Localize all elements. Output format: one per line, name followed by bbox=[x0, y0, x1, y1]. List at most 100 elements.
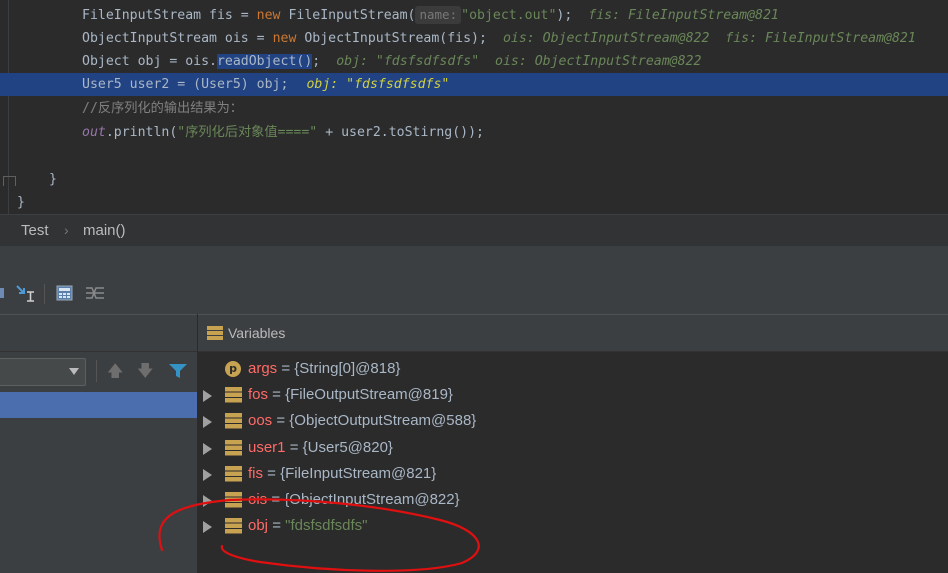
expand-arrow-icon[interactable] bbox=[203, 416, 212, 429]
field-icon bbox=[225, 518, 242, 534]
code-line-ois[interactable]: ObjectInputStream ois = new ObjectInputS… bbox=[0, 27, 948, 50]
inline-debug-value: obj: "fdsfsdfsdfs" ois: ObjectInputStrea… bbox=[336, 54, 702, 69]
field-icon bbox=[225, 465, 242, 482]
frame-down-icon[interactable]: 🡇 bbox=[137, 362, 153, 380]
inline-debug-value: ois: ObjectInputStream@822 fis: FileInpu… bbox=[502, 31, 916, 46]
variable-value: {ObjectInputStream@822} bbox=[284, 491, 460, 508]
code-token: new bbox=[256, 8, 281, 23]
variable-name: obj bbox=[248, 517, 269, 535]
variable-row-oos[interactable]: oos = {ObjectOutputStream@588} bbox=[198, 408, 948, 434]
code-line-println[interactable]: out.println("序列化后对象值====" + user2.toStir… bbox=[0, 121, 948, 144]
parameter-icon: p bbox=[225, 361, 241, 377]
code-token: new bbox=[272, 31, 297, 46]
variable-value: {FileInputStream@821} bbox=[280, 464, 437, 482]
debug-tool-window: 🡅 🡇 Variables p args = {String[0]@818} fos… bbox=[0, 246, 948, 573]
breadcrumb-class[interactable]: Test bbox=[21, 222, 49, 239]
variable-text: oos = {ObjectOutputStream@588} bbox=[248, 408, 476, 434]
variable-row-fis[interactable]: fis = {FileInputStream@821} bbox=[198, 461, 948, 487]
variable-name: user1 bbox=[248, 438, 286, 456]
variable-name: fis bbox=[248, 464, 263, 482]
expand-arrow-icon[interactable] bbox=[203, 495, 212, 507]
variable-row-fos[interactable]: fos = {FileOutputStream@819} bbox=[198, 382, 948, 408]
variables-panel: Variables p args = {String[0]@818} fos = {… bbox=[198, 314, 948, 573]
code-token: User5 user2 = (User5) obj; bbox=[82, 77, 289, 92]
frames-header bbox=[0, 314, 197, 352]
equals-sign: = bbox=[268, 517, 286, 535]
code-token: //反序列化的输出结果为： bbox=[82, 101, 243, 116]
inline-debug-value: obj: "fdsfsdfsdfs" bbox=[306, 77, 450, 92]
thread-selector[interactable] bbox=[0, 358, 86, 386]
expand-arrow-icon[interactable] bbox=[203, 521, 212, 534]
code-token: FileInputStream fis = bbox=[82, 8, 257, 23]
field-icon bbox=[225, 413, 242, 429]
chevron-down-icon bbox=[69, 368, 79, 375]
selected-token: readObject() bbox=[216, 54, 313, 69]
evaluate-expression-icon[interactable] bbox=[55, 284, 75, 302]
code-token: + user2.toStirng()); bbox=[317, 125, 484, 140]
code-line-obj[interactable]: Object obj = ois.readObject(); obj: "fdsf… bbox=[0, 50, 948, 73]
code-token: } bbox=[17, 195, 25, 210]
code-editor[interactable]: FileInputStream fis = new FileInputStrea… bbox=[0, 0, 948, 214]
field-icon bbox=[225, 387, 242, 403]
variable-value: {ObjectOutputStream@588} bbox=[289, 412, 477, 430]
selected-frame-row[interactable] bbox=[0, 392, 197, 418]
equals-sign: = bbox=[272, 412, 290, 430]
run-to-cursor-icon[interactable] bbox=[15, 284, 35, 302]
code-line-comment[interactable]: //反序列化的输出结果为： bbox=[0, 97, 948, 120]
variable-text: fos = {FileOutputStream@819} bbox=[248, 382, 453, 408]
debug-toolbar bbox=[0, 246, 948, 314]
field-icon bbox=[225, 492, 242, 508]
frames-panel: 🡅 🡇 bbox=[0, 314, 198, 573]
toolbar-separator bbox=[44, 284, 45, 304]
expand-arrow-icon[interactable] bbox=[203, 442, 212, 455]
frame-up-icon[interactable]: 🡅 bbox=[107, 362, 123, 380]
variable-text: user1 = {User5@820} bbox=[248, 435, 393, 461]
code-token: } bbox=[49, 172, 57, 187]
code-token: out bbox=[82, 125, 106, 140]
code-line-fis[interactable]: FileInputStream fis = new FileInputStrea… bbox=[0, 4, 948, 27]
filter-icon[interactable] bbox=[168, 362, 188, 380]
code-token: ); bbox=[556, 8, 573, 23]
code-token: ObjectInputStream(fis); bbox=[296, 31, 487, 46]
equals-sign: = bbox=[267, 491, 285, 508]
variable-name: oos bbox=[248, 412, 273, 430]
breadcrumb: Test › main() bbox=[0, 214, 948, 247]
variables-title: Variables bbox=[228, 325, 286, 341]
code-line-close2[interactable]: } bbox=[0, 191, 948, 214]
equals-sign: = bbox=[263, 464, 281, 482]
variables-icon bbox=[207, 326, 223, 340]
variable-name: args bbox=[248, 360, 278, 377]
equals-sign: = bbox=[277, 360, 295, 377]
code-token: Object obj = ois. bbox=[82, 54, 217, 69]
trace-stream-icon[interactable] bbox=[85, 284, 105, 302]
breadcrumb-separator: › bbox=[64, 222, 69, 238]
code-token: FileInputStream( bbox=[280, 8, 416, 23]
variables-header: Variables bbox=[198, 314, 948, 352]
equals-sign: = bbox=[285, 438, 303, 456]
code-line-blank[interactable] bbox=[0, 145, 948, 168]
inline-debug-value: fis: FileInputStream@821 bbox=[588, 8, 779, 23]
equals-sign: = bbox=[268, 386, 286, 404]
variable-row-args[interactable]: p args = {String[0]@818} bbox=[198, 356, 948, 382]
variable-row-ois[interactable]: ois = {ObjectInputStream@822} bbox=[198, 487, 948, 513]
variable-name: ois bbox=[248, 491, 268, 508]
field-icon bbox=[225, 439, 242, 456]
code-token: "序列化后对象值====" bbox=[177, 125, 318, 140]
toolbar-separator bbox=[96, 360, 97, 382]
expand-arrow-icon[interactable] bbox=[203, 390, 212, 403]
variable-name: fos bbox=[248, 386, 269, 404]
variable-value: {FileOutputStream@819} bbox=[285, 386, 453, 404]
code-token: .println( bbox=[105, 125, 178, 140]
variable-value: "fdsfsdfsdfs" bbox=[285, 517, 368, 535]
code-line-user2[interactable]: User5 user2 = (User5) obj; obj: "fdsfsdfs… bbox=[0, 73, 948, 96]
variable-text: obj = "fdsfsdfsdfs" bbox=[248, 513, 368, 539]
variable-row-user1[interactable]: user1 = {User5@820} bbox=[198, 435, 948, 461]
param-hint: name: bbox=[415, 6, 462, 24]
breadcrumb-method[interactable]: main() bbox=[83, 222, 126, 239]
step-into-icon[interactable] bbox=[0, 284, 14, 302]
code-token: "object.out" bbox=[461, 8, 557, 23]
code-line-close1[interactable]: } bbox=[0, 168, 948, 191]
expand-arrow-icon[interactable] bbox=[203, 468, 212, 481]
code-token: ; bbox=[312, 54, 321, 69]
variable-row-obj[interactable]: obj = "fdsfsdfsdfs" bbox=[198, 513, 948, 539]
